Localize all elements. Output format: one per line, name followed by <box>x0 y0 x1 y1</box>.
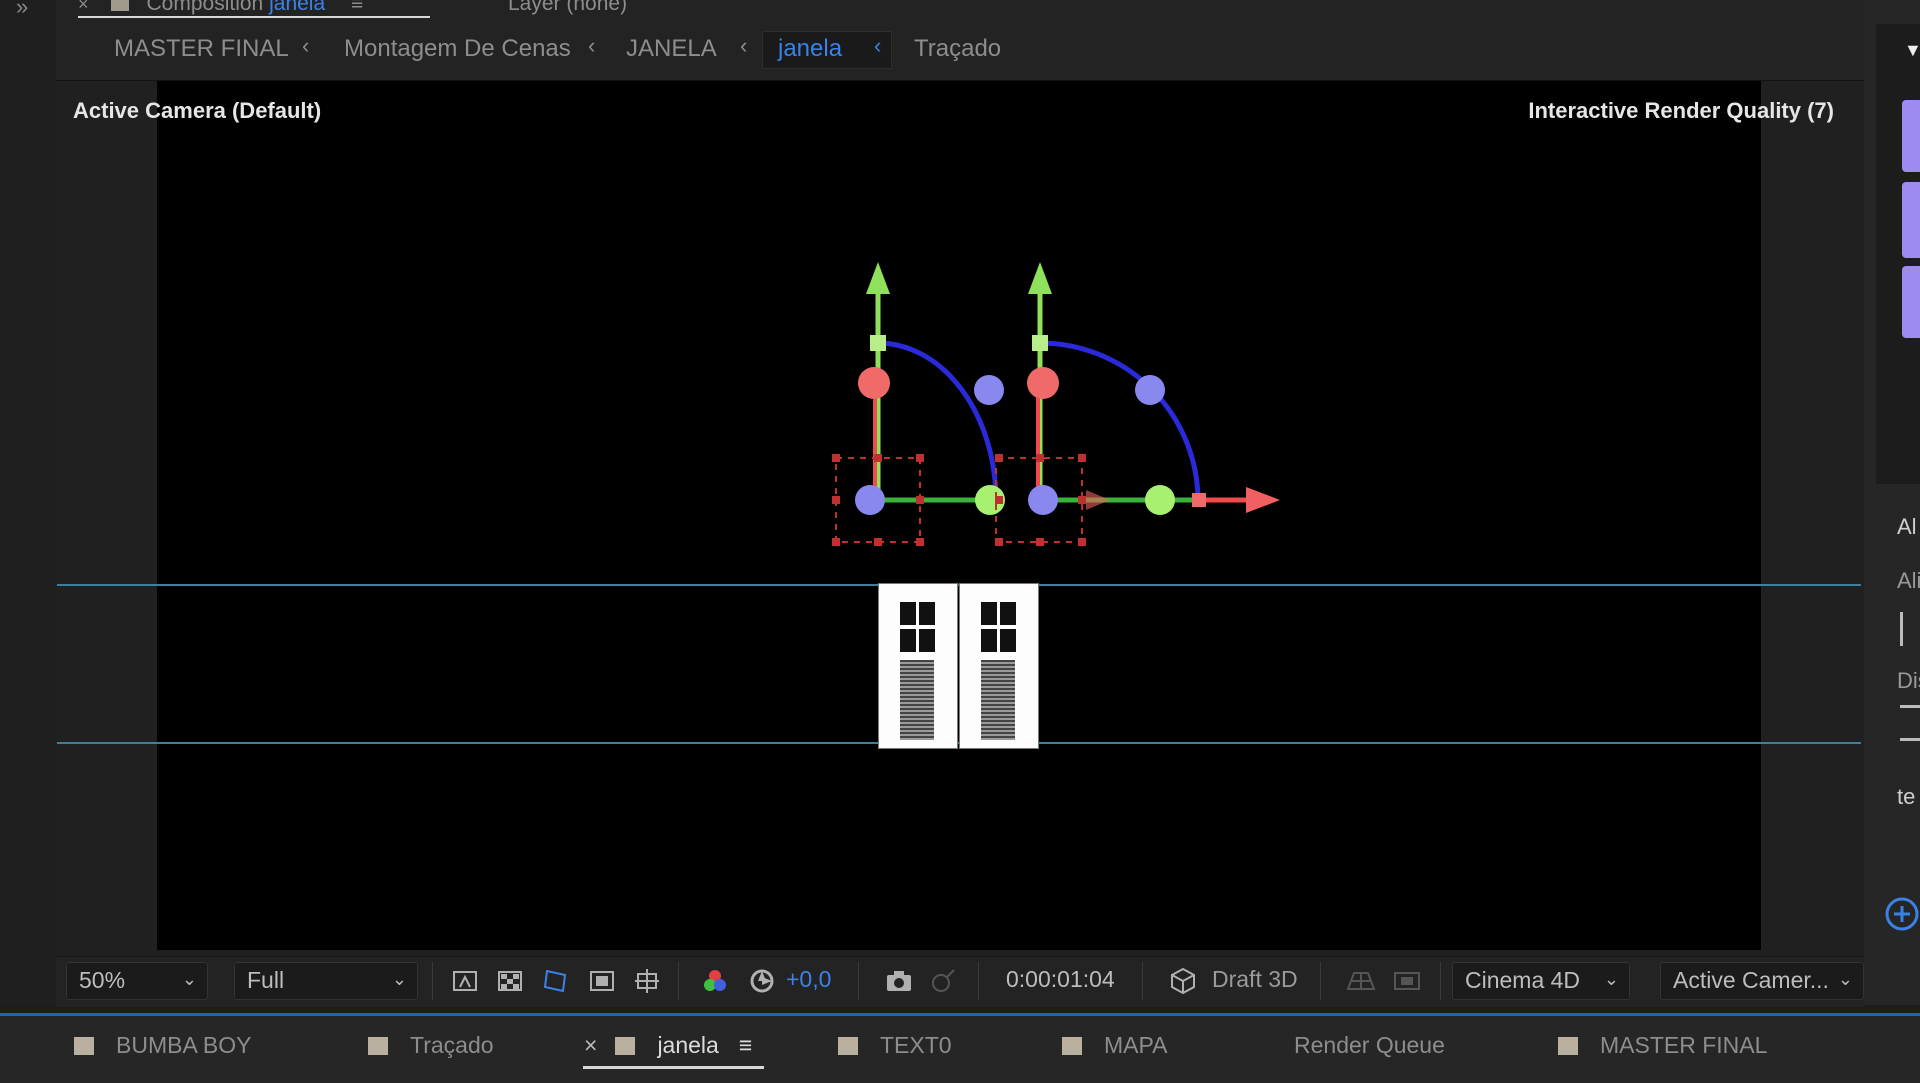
composition-icon <box>368 1037 388 1055</box>
comp-tab-tracado[interactable]: Traçado <box>368 1032 494 1059</box>
align-left-icon[interactable] <box>1900 612 1920 646</box>
distribute-layers-label: Dis <box>1897 668 1920 693</box>
right-panel-swatch[interactable] <box>1902 100 1920 172</box>
3d-view-select[interactable]: Active Camer... ⌄ <box>1660 962 1864 1000</box>
composition-icon <box>838 1037 858 1055</box>
chevron-left-icon: ‹ <box>302 33 310 58</box>
composition-tab-underline <box>78 16 430 18</box>
chevron-left-icon: ‹ <box>874 33 882 58</box>
composition-icon <box>74 1037 94 1055</box>
comp-tab-janela[interactable]: × janela ≡ <box>584 1032 752 1059</box>
expand-panel-icon[interactable]: » <box>16 0 28 20</box>
magnification-select[interactable]: 50% ⌄ <box>66 962 208 1000</box>
breadcrumb-item-master-final[interactable]: MASTER FINAL <box>114 35 289 63</box>
comp-tab-text0[interactable]: TEXT0 <box>838 1032 952 1059</box>
composition-icon <box>1558 1037 1578 1055</box>
breadcrumb-item-tracado[interactable]: Traçado <box>914 35 1001 63</box>
mask-visibility-icon[interactable] <box>540 966 570 996</box>
triangle-down-icon[interactable]: ▼ <box>1904 40 1920 61</box>
composition-panel-tab[interactable]: × Composition janela ≡ <box>78 0 363 16</box>
close-icon[interactable]: × <box>584 1032 597 1058</box>
draft3d-label[interactable]: Draft 3D <box>1212 966 1298 993</box>
panel-menu-icon[interactable]: ≡ <box>351 0 363 15</box>
active-camera-label: Active Camera (Default) <box>73 98 322 123</box>
current-time-display[interactable]: 0:00:01:04 <box>1006 966 1115 993</box>
chevron-down-icon: ⌄ <box>181 969 197 989</box>
breadcrumb-item-montagem[interactable]: Montagem De Cenas <box>344 35 571 63</box>
breadcrumb-item-janela-current[interactable]: janela <box>778 35 842 63</box>
resolution-select[interactable]: Full ⌄ <box>234 962 418 1000</box>
right-panel-swatch[interactable] <box>1902 266 1920 338</box>
transparency-grid-icon[interactable] <box>495 966 525 996</box>
chevron-down-icon: ⌄ <box>391 969 407 989</box>
layer-panel-tab[interactable]: Layer (none) <box>508 0 627 16</box>
window-shutter-left[interactable] <box>878 583 958 749</box>
draft3d-icon[interactable] <box>1168 966 1198 996</box>
comp-tab-mapa[interactable]: MAPA <box>1062 1032 1167 1059</box>
right-panel: ▼ Al Alig Dis te <box>1864 0 1920 1005</box>
grid-icon[interactable] <box>450 966 480 996</box>
composition-canvas[interactable] <box>157 81 1761 950</box>
comp-tab-master-final[interactable]: MASTER FINAL <box>1558 1032 1767 1059</box>
close-icon[interactable]: × <box>78 0 89 14</box>
text-panel-title: te <box>1897 784 1916 809</box>
exposure-value[interactable]: +0,0 <box>786 966 831 993</box>
composition-icon <box>615 1037 636 1055</box>
window-shutter-right[interactable] <box>959 583 1039 749</box>
composition-icon <box>110 0 129 12</box>
chevron-left-icon: ‹ <box>588 33 596 58</box>
extended-viewer-icon[interactable] <box>1392 966 1422 996</box>
render-quality-label: Interactive Render Quality (7) <box>1528 98 1834 123</box>
left-panel-strip: » <box>0 0 57 1005</box>
composition-icon <box>1062 1037 1082 1055</box>
snapshot-camera-icon[interactable] <box>884 966 914 996</box>
tab-render-queue[interactable]: Render Queue <box>1294 1032 1445 1059</box>
chevron-down-icon: ⌄ <box>1603 969 1619 989</box>
chevron-down-icon: ⌄ <box>1837 969 1853 989</box>
guides-icon[interactable] <box>632 966 662 996</box>
show-snapshot-icon[interactable] <box>928 966 958 996</box>
color-channels-icon[interactable] <box>700 966 730 996</box>
composition-tab-name: janela <box>269 0 326 15</box>
panel-menu-icon[interactable]: ≡ <box>739 1032 752 1058</box>
active-tab-underline <box>583 1066 764 1069</box>
add-icon[interactable] <box>1884 896 1920 932</box>
breadcrumb-item-janela-upper[interactable]: JANELA <box>626 35 717 63</box>
distribute-icon[interactable] <box>1900 705 1920 741</box>
right-panel-swatch[interactable] <box>1902 182 1920 258</box>
comp-tab-bumba-boy[interactable]: BUMBA BOY <box>74 1032 251 1059</box>
align-layers-label: Alig <box>1897 568 1920 593</box>
chevron-left-icon: ‹ <box>740 33 748 58</box>
region-of-interest-icon[interactable] <box>587 966 617 996</box>
align-panel-title: Al <box>1897 514 1917 539</box>
reset-exposure-icon[interactable] <box>747 966 777 996</box>
renderer-select[interactable]: Cinema 4D ⌄ <box>1452 962 1630 1000</box>
ground-plane-icon[interactable] <box>1346 966 1376 996</box>
